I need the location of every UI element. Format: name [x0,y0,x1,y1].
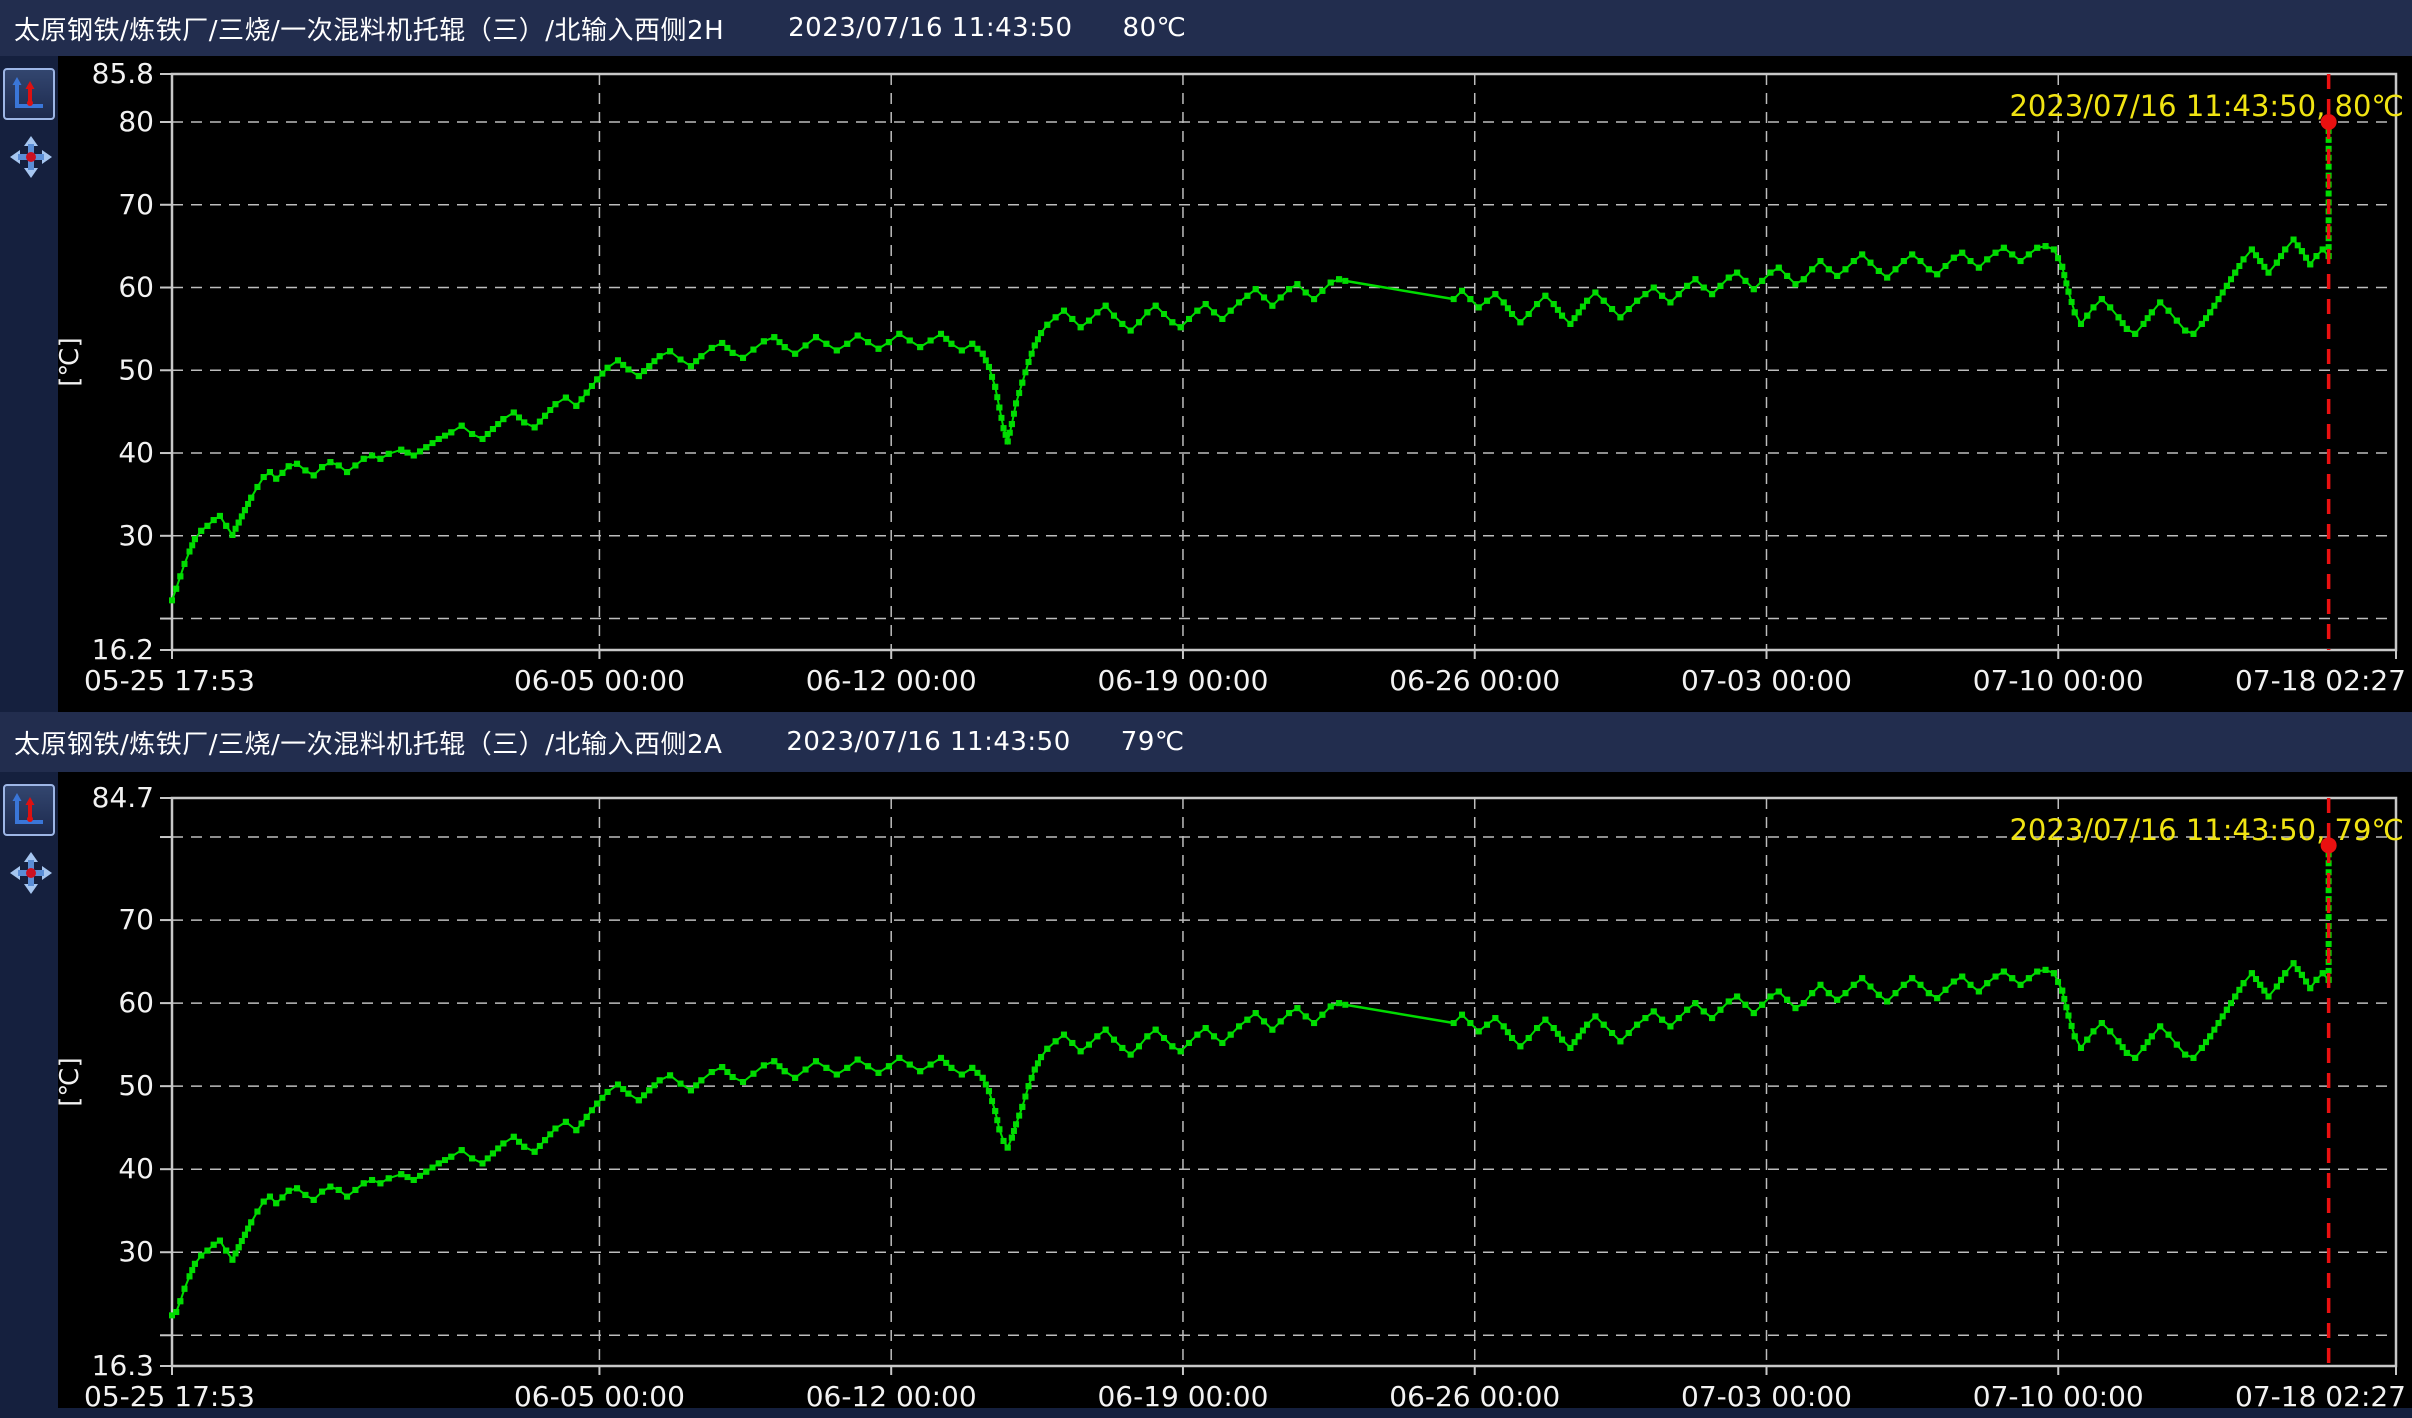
x-tick-label: 07-03 00:00 [1681,1380,1852,1408]
x-tick-label: 06-26 00:00 [1389,1380,1560,1408]
y-tick-label: 80 [118,105,154,138]
y-axis-unit-label: [℃] [55,1057,85,1107]
temperature-series [169,960,2332,1318]
x-tick-label: 05-25 17:53 [84,1380,255,1408]
y-tick-label: 70 [118,903,154,936]
series-line [1454,240,2329,334]
y-tick-label: 30 [118,1235,154,1268]
y-tick-label: 50 [118,353,154,386]
plot-border [172,74,2396,650]
y-tick-label: 60 [118,986,154,1019]
cursor-annotation: 2023/07/16 11:43:50, 80℃ [2009,89,2404,123]
y-tick-label: 84.7 [92,781,154,814]
x-tick-labels: 05-25 17:53 06-05 00:00 06-12 00:00 06-19 0… [84,1366,2406,1408]
y-tick-labels: 84.7 70 60 50 40 30 16.3 [92,781,172,1382]
x-tick-label: 07-18 02:27 [2235,664,2406,697]
x-tick-label: 06-12 00:00 [806,1380,977,1408]
current-temperature: 79℃ [1121,727,1185,757]
x-tick-label: 06-19 00:00 [1097,1380,1268,1408]
sample-timestamp: 2023/07/16 11:43:50 [786,727,1070,757]
y-tick-label: 85.8 [92,57,154,90]
x-tick-label: 06-12 00:00 [806,664,977,697]
x-tick-label: 07-18 02:27 [2235,1380,2406,1408]
x-gridlines [599,798,2058,1366]
x-tick-label: 06-19 00:00 [1097,664,1268,697]
x-gridlines [599,74,2058,650]
y-tick-labels: 85.8 80 70 60 50 40 30 16.2 [92,57,172,666]
x-tick-label: 06-05 00:00 [514,664,685,697]
trend-panel-2H: 太原钢铁/炼铁厂/三烧/一次混料机托辊（三）/北输入西侧2H 2023/07/1… [0,0,2412,712]
series-line [1454,963,2329,1058]
trend-figure: 85.8 80 70 60 50 40 30 16.205-25 17:53 06-05 00:… [0,56,2412,712]
x-tick-label: 07-10 00:00 [1973,1380,2144,1408]
trend-plot-canvas[interactable]: 85.8 80 70 60 50 40 30 16.205-25 17:53 06-05 00:… [0,56,2412,712]
x-tick-label: 07-03 00:00 [1681,664,1852,697]
y-tick-label: 40 [118,1152,154,1185]
cursor-annotation: 2023/07/16 11:43:50, 79℃ [2009,813,2404,847]
sample-timestamp: 2023/07/16 11:43:50 [788,13,1072,43]
y-tick-label: 50 [118,1069,154,1102]
y-tick-label: 40 [118,436,154,469]
temperature-series [169,237,2332,604]
y-tick-label: 16.2 [92,633,154,666]
data-gap-line [1345,281,1453,299]
y-tick-label: 60 [118,271,154,304]
trend-figure: 84.7 70 60 50 40 30 16.305-25 17:53 06-05 00:00… [0,772,2412,1408]
plot-border [172,798,2396,1366]
device-path-title: 太原钢铁/炼铁厂/三烧/一次混料机托辊（三）/北输入西侧2A [14,724,722,761]
data-gap-line [1345,1005,1453,1023]
y-gridlines [172,122,2396,619]
trend-panel-2A: 太原钢铁/炼铁厂/三烧/一次混料机托辊（三）/北输入西侧2A 2023/07/1… [0,712,2412,1408]
y-gridlines [172,837,2396,1335]
current-temperature: 80℃ [1123,13,1187,43]
x-tick-label: 06-05 00:00 [514,1380,685,1408]
y-tick-label: 70 [118,188,154,221]
y-tick-label: 30 [118,519,154,552]
y-axis-unit-label: [℃] [55,337,85,387]
series-line [172,1003,1345,1315]
panel-header: 太原钢铁/炼铁厂/三烧/一次混料机托辊（三）/北输入西侧2H 2023/07/1… [0,0,2412,56]
panel-header: 太原钢铁/炼铁厂/三烧/一次混料机托辊（三）/北输入西侧2A 2023/07/1… [0,712,2412,772]
x-tick-label: 06-26 00:00 [1389,664,1560,697]
trend-plot-canvas[interactable]: 84.7 70 60 50 40 30 16.305-25 17:53 06-05 00:00… [0,772,2412,1408]
y-tick-label: 16.3 [92,1349,154,1382]
x-tick-label: 05-25 17:53 [84,664,255,697]
series-line [172,279,1345,600]
device-path-title: 太原钢铁/炼铁厂/三烧/一次混料机托辊（三）/北输入西侧2H [14,10,724,47]
x-tick-labels: 05-25 17:53 06-05 00:00 06-12 00:00 06-19 0… [84,650,2406,697]
x-tick-label: 07-10 00:00 [1973,664,2144,697]
